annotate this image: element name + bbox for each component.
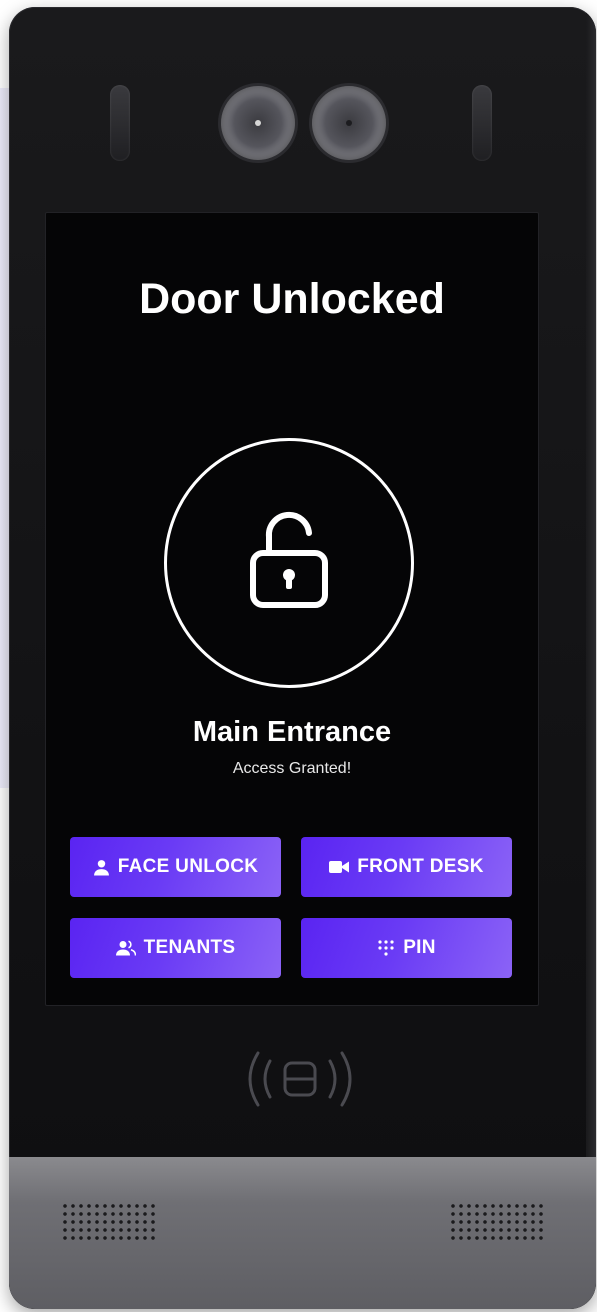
speaker-grille-left (61, 1202, 157, 1244)
video-camera-icon (329, 861, 350, 873)
intercom-stage: Door Unlocked Main Entrance Access Grant… (0, 0, 597, 1312)
nfc-reader-icon (248, 1051, 352, 1107)
lens-indicator-dot (346, 120, 352, 126)
lock-status-ring (164, 438, 414, 688)
unlocked-padlock-icon (250, 511, 328, 608)
speaker-grille-right (449, 1202, 545, 1244)
pin-button[interactable]: PIN (301, 918, 512, 978)
lens-indicator-dot (255, 120, 261, 126)
group-icon (115, 940, 136, 956)
camera-lens-left (221, 86, 295, 160)
front-desk-button[interactable]: FRONT DESK (301, 837, 512, 897)
right-sensor-slot (472, 85, 492, 161)
tenants-label: TENANTS (143, 937, 236, 958)
left-sensor-slot (110, 85, 130, 161)
camera-lens-right (312, 86, 386, 160)
page-title: Door Unlocked (139, 275, 445, 323)
person-icon (93, 859, 109, 875)
device-side-edge (586, 7, 596, 1157)
tenants-button[interactable]: TENANTS (70, 918, 281, 978)
face-unlock-label: FACE UNLOCK (117, 856, 259, 877)
keypad-icon (378, 940, 394, 956)
face-unlock-button[interactable]: FACE UNLOCK (70, 837, 281, 897)
access-status-text: Access Granted! (232, 760, 352, 777)
location-name: Main Entrance (192, 716, 392, 748)
door-intercom-device: Door Unlocked Main Entrance Access Grant… (9, 7, 596, 1309)
pin-label: PIN (403, 937, 436, 958)
front-desk-label: FRONT DESK (357, 856, 484, 877)
touch-screen: Door Unlocked Main Entrance Access Grant… (45, 212, 539, 1006)
